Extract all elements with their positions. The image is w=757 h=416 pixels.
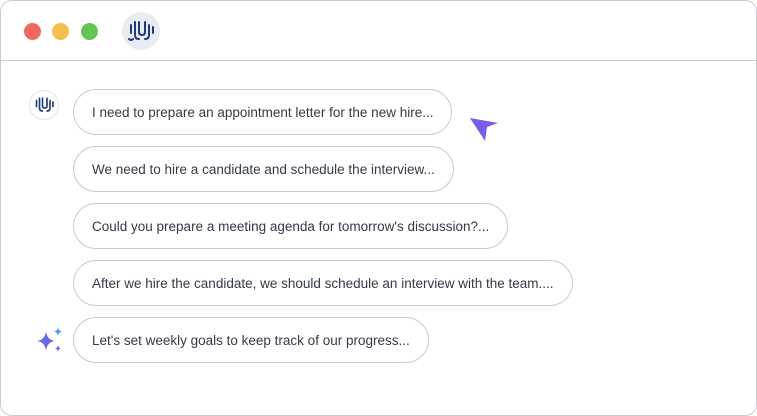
- title-bar: [1, 1, 756, 61]
- suggestion-text: Let's set weekly goals to keep track of …: [92, 332, 410, 348]
- minimize-window-button[interactable]: [52, 23, 69, 40]
- suggestion-text: We need to hire a candidate and schedule…: [92, 161, 435, 177]
- ai-sparkle-icon: [37, 327, 62, 352]
- suggestion-pill[interactable]: Let's set weekly goals to keep track of …: [73, 317, 429, 363]
- app-window: I need to prepare an appointment letter …: [0, 0, 757, 416]
- pointer-cursor-icon: [470, 118, 498, 141]
- suggestion-pill[interactable]: We need to hire a candidate and schedule…: [73, 146, 454, 192]
- suggestion-text: I need to prepare an appointment letter …: [92, 104, 434, 120]
- bot-avatar: [29, 90, 59, 120]
- brain-logo-icon: [122, 12, 160, 50]
- maximize-window-button[interactable]: [81, 23, 98, 40]
- close-window-button[interactable]: [24, 23, 41, 40]
- suggestion-text: After we hire the candidate, we should s…: [92, 275, 554, 291]
- suggestion-text: Could you prepare a meeting agenda for t…: [92, 218, 490, 234]
- brain-logo-icon: [34, 96, 54, 114]
- suggestion-pill[interactable]: Could you prepare a meeting agenda for t…: [73, 203, 509, 249]
- suggestion-pill[interactable]: After we hire the candidate, we should s…: [73, 260, 573, 306]
- suggestion-pill[interactable]: I need to prepare an appointment letter …: [73, 89, 453, 135]
